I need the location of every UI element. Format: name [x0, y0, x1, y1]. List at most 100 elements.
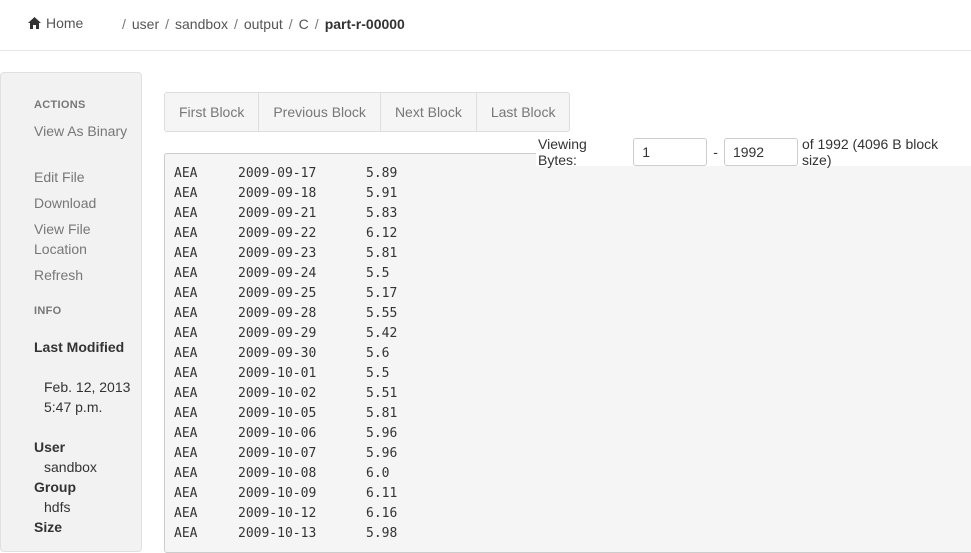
breadcrumb-user[interactable]: user — [132, 16, 159, 32]
file-row: AEA 2009-09-25 5.17 — [174, 284, 474, 304]
last-modified-value: Feb. 12, 2013 5:47 p.m. — [44, 379, 131, 415]
byte-range-dash: - — [713, 144, 718, 160]
last-block-button[interactable]: Last Block — [477, 93, 570, 131]
info-section-title: INFO — [34, 305, 62, 317]
row-value: 6.11 — [366, 486, 398, 501]
row-date: 2009-10-13 — [238, 526, 317, 541]
row-date: 2009-10-05 — [238, 406, 317, 421]
file-row: AEA 2009-10-07 5.96 — [174, 444, 474, 464]
row-date: 2009-09-22 — [238, 226, 317, 241]
breadcrumb-separator: / — [233, 16, 238, 32]
sidebar: ACTIONS View As Binary Edit File Downloa… — [0, 72, 142, 552]
breadcrumb-separator: / — [122, 16, 126, 32]
row-date: 2009-10-07 — [238, 446, 317, 461]
view-file-location-link[interactable]: View File Location — [34, 219, 134, 259]
row-value: 5.51 — [366, 386, 398, 401]
row-symbol: AEA — [174, 466, 198, 481]
row-value: 5.98 — [366, 526, 398, 541]
viewing-bytes-suffix: of 1992 (4096 B block size) — [801, 136, 939, 168]
row-value: 5.96 — [366, 446, 398, 461]
row-date: 2009-09-21 — [238, 206, 317, 221]
user-value: sandbox — [44, 459, 97, 475]
file-row: AEA 2009-10-13 5.98 — [174, 524, 474, 544]
first-block-button[interactable]: First Block — [165, 93, 260, 131]
file-content-viewer: AEA 2009-09-17 5.89 AEA 2009-09-18 5.91 AEA 200… — [164, 153, 971, 553]
row-symbol: AEA — [174, 286, 198, 301]
file-row: AEA 2009-10-08 6.0 — [174, 464, 474, 484]
row-date: 2009-09-28 — [238, 306, 317, 321]
row-symbol: AEA — [174, 226, 198, 241]
file-row: AEA 2009-09-29 5.42 — [174, 324, 474, 344]
user-label: User — [34, 439, 66, 455]
row-symbol: AEA — [174, 166, 198, 181]
block-pager: First Block Previous Block Next Block La… — [164, 92, 571, 132]
breadcrumb-separator: / — [288, 16, 293, 32]
row-value: 5.89 — [366, 166, 398, 181]
size-label: Size — [34, 519, 63, 535]
row-value: 5.96 — [366, 426, 398, 441]
breadcrumb-current-file: part-r-00000 — [324, 16, 405, 32]
row-symbol: AEA — [174, 206, 198, 221]
row-value: 6.0 — [366, 466, 390, 481]
previous-block-button[interactable]: Previous Block — [259, 93, 381, 131]
file-row: AEA 2009-09-24 5.5 — [174, 264, 474, 284]
group-label: Group — [34, 479, 76, 495]
row-value: 5.6 — [366, 346, 390, 361]
row-date: 2009-10-08 — [238, 466, 317, 481]
file-row: AEA 2009-09-28 5.55 — [174, 304, 474, 324]
file-row: AEA 2009-09-30 5.6 — [174, 344, 474, 364]
breadcrumb-output[interactable]: output — [244, 16, 283, 32]
row-value: 5.5 — [366, 266, 390, 281]
view-as-binary-link[interactable]: View As Binary — [34, 121, 134, 141]
row-value: 5.83 — [366, 206, 398, 221]
file-row: AEA 2009-09-18 5.91 — [174, 184, 474, 204]
row-symbol: AEA — [174, 446, 198, 461]
download-link[interactable]: Download — [34, 193, 134, 213]
breadcrumb-sandbox[interactable]: sandbox — [175, 16, 228, 32]
row-date: 2009-09-23 — [238, 246, 317, 261]
row-date: 2009-09-25 — [238, 286, 317, 301]
row-date: 2009-10-01 — [238, 366, 317, 381]
breadcrumb-c[interactable]: C — [299, 16, 309, 32]
row-date: 2009-10-12 — [238, 506, 317, 521]
last-modified-label: Last Modified — [34, 339, 125, 355]
breadcrumb: / user / sandbox / output / C / part-r-0… — [116, 16, 405, 32]
row-symbol: AEA — [174, 366, 198, 381]
row-value: 5.81 — [366, 406, 398, 421]
file-row: AEA 2009-09-21 5.83 — [174, 204, 474, 224]
row-value: 5.91 — [366, 186, 398, 201]
refresh-link[interactable]: Refresh — [34, 265, 134, 285]
row-date: 2009-10-09 — [238, 486, 317, 501]
row-date: 2009-10-06 — [238, 426, 317, 441]
file-row: AEA 2009-10-02 5.51 — [174, 384, 474, 404]
edit-file-link[interactable]: Edit File — [34, 167, 134, 187]
top-bar: Home / user / sandbox / output / C / par… — [0, 0, 971, 51]
next-block-button[interactable]: Next Block — [381, 93, 477, 131]
row-value: 6.16 — [366, 506, 398, 521]
breadcrumb-separator: / — [165, 16, 170, 32]
row-symbol: AEA — [174, 506, 198, 521]
row-value: 5.17 — [366, 286, 398, 301]
actions-section-title: ACTIONS — [34, 99, 86, 111]
row-symbol: AEA — [174, 246, 198, 261]
row-symbol: AEA — [174, 266, 198, 281]
row-date: 2009-09-18 — [238, 186, 317, 201]
row-symbol: AEA — [174, 486, 198, 501]
row-symbol: AEA — [174, 386, 198, 401]
byte-end-input[interactable] — [723, 138, 798, 166]
row-value: 5.81 — [366, 246, 398, 261]
home-icon — [28, 17, 41, 29]
file-row: AEA 2009-10-06 5.96 — [174, 424, 474, 444]
row-symbol: AEA — [174, 326, 198, 341]
home-link[interactable]: Home — [28, 15, 83, 31]
group-value: hdfs — [44, 499, 71, 515]
file-content-rows: AEA 2009-09-17 5.89 AEA 2009-09-18 5.91 AEA 200… — [174, 164, 474, 544]
byte-start-input[interactable] — [633, 138, 708, 166]
row-value: 6.12 — [366, 226, 398, 241]
file-row: AEA 2009-10-12 6.16 — [174, 504, 474, 524]
row-date: 2009-09-30 — [238, 346, 317, 361]
row-value: 5.55 — [366, 306, 398, 321]
row-date: 2009-09-24 — [238, 266, 317, 281]
file-row: AEA 2009-09-23 5.81 — [174, 244, 474, 264]
viewing-bytes-control: Viewing Bytes: - of 1992 (4096 B block s… — [536, 136, 971, 168]
